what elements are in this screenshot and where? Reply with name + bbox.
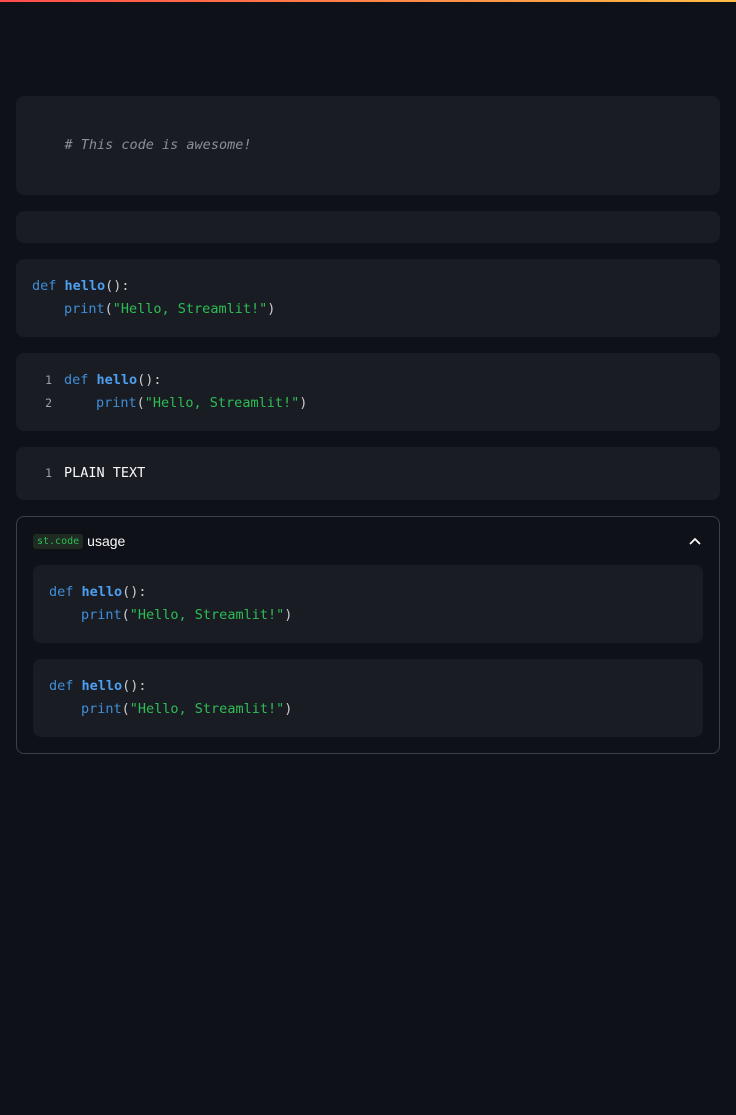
expander-inline-code: st.code — [33, 533, 84, 549]
code-line: def hello(): — [49, 675, 687, 698]
code-punctuation: ) — [284, 701, 293, 717]
code-line: print("Hello, Streamlit!") — [49, 604, 687, 627]
code-function-name: hello — [64, 278, 106, 294]
code-block-hello-numbered: 1 def hello(): 2 print("Hello, Streamlit!") — [16, 353, 720, 431]
code-keyword: def — [32, 278, 57, 294]
code-punctuation: (): — [122, 584, 147, 600]
code-line: def hello(): — [49, 581, 687, 604]
code-punctuation: ) — [267, 301, 276, 317]
expander-code-block: def hello(): print("Hello, Streamlit!") — [33, 565, 703, 643]
code-line: 2 print("Hello, Streamlit!") — [32, 392, 704, 415]
main-content: # This code is awesome! def hello(): prin… — [16, 96, 720, 754]
code-function-name: hello — [96, 372, 138, 388]
code-punctuation: (): — [137, 372, 162, 388]
code-builtin: print — [96, 395, 137, 411]
code-plain-text: PLAIN TEXT — [64, 465, 146, 481]
code-punctuation: (): — [105, 278, 130, 294]
code-punctuation: ( — [136, 395, 145, 411]
code-keyword: def — [64, 372, 89, 388]
code-builtin: print — [81, 607, 122, 623]
top-decoration-bar — [0, 0, 736, 2]
code-punctuation: ( — [121, 607, 130, 623]
chevron-up-icon[interactable] — [687, 533, 703, 549]
code-comment: # This code is awesome! — [64, 137, 252, 153]
code-builtin: print — [81, 701, 122, 717]
code-punctuation: ) — [299, 395, 308, 411]
expander-label: usage — [87, 533, 126, 549]
code-line: print("Hello, Streamlit!") — [32, 298, 704, 321]
code-block-hello: def hello(): print("Hello, Streamlit!") — [16, 259, 720, 337]
code-string: "Hello, Streamlit!" — [129, 701, 285, 717]
code-line: 1 PLAIN TEXT — [32, 462, 704, 485]
code-keyword: def — [49, 584, 74, 600]
code-function-name: hello — [81, 678, 123, 694]
expander-st-code-usage: st.code usage def hello(): print("Hello, … — [16, 516, 720, 754]
expander-header[interactable]: st.code usage — [33, 517, 703, 565]
code-block-comment: # This code is awesome! — [16, 96, 720, 195]
line-number: 1 — [45, 373, 52, 387]
code-punctuation: (): — [122, 678, 147, 694]
line-number: 2 — [45, 396, 52, 410]
code-punctuation: ) — [284, 607, 293, 623]
code-line: print("Hello, Streamlit!") — [49, 698, 687, 721]
code-line: 1 def hello(): — [32, 369, 704, 392]
expander-code-block: def hello(): print("Hello, Streamlit!") — [33, 659, 703, 737]
code-line: def hello(): — [32, 275, 704, 298]
code-builtin: print — [64, 301, 105, 317]
code-punctuation: ( — [121, 701, 130, 717]
code-punctuation: ( — [104, 301, 113, 317]
code-keyword: def — [49, 678, 74, 694]
code-block-plain-text: 1 PLAIN TEXT — [16, 447, 720, 500]
code-function-name: hello — [81, 584, 123, 600]
code-string: "Hello, Streamlit!" — [112, 301, 268, 317]
expander-title: st.code usage — [33, 533, 125, 549]
code-block-empty — [16, 211, 720, 243]
code-string: "Hello, Streamlit!" — [144, 395, 300, 411]
line-number: 1 — [45, 466, 52, 480]
code-string: "Hello, Streamlit!" — [129, 607, 285, 623]
